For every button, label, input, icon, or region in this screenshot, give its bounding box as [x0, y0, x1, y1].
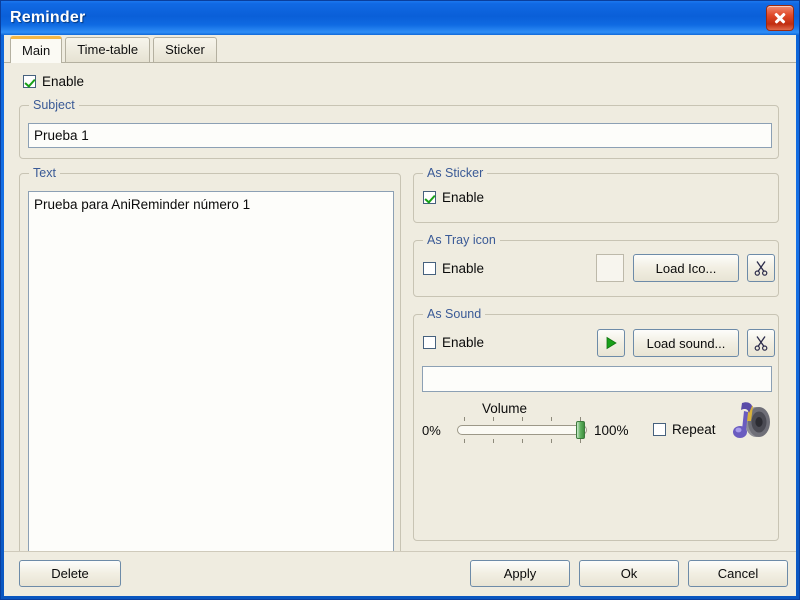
volume-max-label: 100% — [594, 423, 629, 438]
delete-button[interactable]: Delete — [19, 560, 121, 587]
text-group: Text — [19, 166, 401, 596]
repeat-checkbox[interactable] — [653, 423, 666, 436]
as-sound-enable-row[interactable]: Enable — [423, 335, 484, 350]
subject-group-title: Subject — [29, 98, 79, 112]
tab-sticker[interactable]: Sticker — [153, 37, 217, 62]
repeat-row[interactable]: Repeat — [653, 422, 716, 437]
load-sound-button[interactable]: Load sound... — [633, 329, 739, 357]
title-bar: Reminder — [1, 1, 799, 35]
tab-main[interactable]: Main — [10, 36, 63, 63]
client-area: Main Time-table Sticker Enable Subject T… — [4, 35, 796, 596]
as-tray-icon-enable-checkbox[interactable] — [423, 262, 436, 275]
tab-time-table[interactable]: Time-table — [65, 37, 151, 62]
as-sound-group: As Sound Enable Load sound... Volume 0% … — [413, 307, 779, 541]
tray-icon-scissors-icon[interactable] — [747, 254, 775, 282]
dialog-button-bar: Delete Apply Ok Cancel — [4, 551, 796, 596]
as-sticker-enable-row[interactable]: Enable — [423, 190, 484, 205]
sound-speaker-icon — [726, 399, 778, 445]
as-sound-group-title: As Sound — [423, 307, 486, 321]
volume-slider-thumb[interactable] — [576, 421, 585, 439]
close-icon[interactable] — [766, 5, 794, 31]
subject-input[interactable] — [28, 123, 772, 148]
as-tray-icon-group: As Tray icon Enable Load Ico... — [413, 233, 779, 297]
as-sound-enable-label: Enable — [442, 335, 485, 350]
reminder-window: Reminder Main Time-table Sticker Enable … — [0, 0, 800, 600]
load-icon-button[interactable]: Load Ico... — [633, 254, 739, 282]
volume-slider-track[interactable] — [457, 425, 587, 435]
tab-page-main: Enable Subject Text As Sticker Enable — [4, 63, 796, 596]
as-sticker-group-title: As Sticker — [423, 166, 488, 180]
as-tray-icon-group-title: As Tray icon — [423, 233, 500, 247]
subject-group: Subject — [19, 98, 779, 159]
as-tray-icon-enable-label: Enable — [442, 261, 485, 276]
as-sticker-enable-label: Enable — [442, 190, 485, 205]
sound-path-input[interactable] — [422, 366, 772, 392]
window-title: Reminder — [10, 9, 86, 26]
as-sticker-group: As Sticker Enable — [413, 166, 779, 223]
apply-button[interactable]: Apply — [470, 560, 570, 587]
repeat-label: Repeat — [672, 422, 716, 437]
play-sound-icon[interactable] — [597, 329, 625, 357]
as-tray-icon-enable-row[interactable]: Enable — [423, 261, 484, 276]
main-enable-checkbox[interactable] — [23, 75, 36, 88]
ok-button[interactable]: Ok — [579, 560, 679, 587]
as-sticker-enable-checkbox[interactable] — [423, 191, 436, 204]
cancel-button[interactable]: Cancel — [688, 560, 788, 587]
volume-slider[interactable] — [457, 417, 587, 443]
text-group-title: Text — [29, 166, 60, 180]
sound-scissors-icon[interactable] — [747, 329, 775, 357]
text-textarea[interactable] — [28, 191, 394, 596]
tab-strip: Main Time-table Sticker — [4, 35, 796, 63]
main-enable-label: Enable — [42, 74, 85, 89]
as-sound-enable-checkbox[interactable] — [423, 336, 436, 349]
main-enable-row[interactable]: Enable — [23, 74, 84, 89]
volume-min-label: 0% — [422, 423, 441, 438]
tray-icon-preview[interactable] — [596, 254, 624, 282]
volume-label: Volume — [482, 401, 528, 416]
